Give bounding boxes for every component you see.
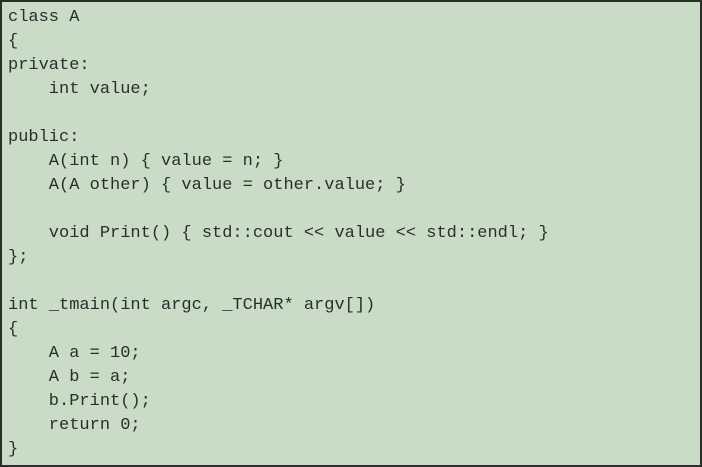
code-panel: class A { private: int value; public: A(int…: [0, 0, 702, 467]
code-line: b.Print();: [8, 392, 151, 411]
code-line: {: [8, 32, 19, 51]
code-line: public:: [8, 128, 80, 147]
code-line: private:: [8, 56, 90, 75]
code-line: class A: [8, 8, 80, 27]
code-line: };: [8, 248, 29, 267]
code-line: A a = 10;: [8, 344, 141, 363]
code-line: {: [8, 320, 19, 339]
code-line: }: [8, 440, 19, 459]
code-line: return 0;: [8, 416, 141, 435]
code-line: A b = a;: [8, 368, 131, 387]
code-listing: class A { private: int value; public: A(int…: [8, 6, 549, 462]
code-line: int _tmain(int argc, _TCHAR* argv[]): [8, 296, 376, 315]
code-line: int value;: [8, 80, 151, 99]
code-line: A(int n) { value = n; }: [8, 152, 284, 171]
code-line: A(A other) { value = other.value; }: [8, 176, 406, 195]
code-line: void Print() { std::cout << value << std…: [8, 224, 549, 243]
